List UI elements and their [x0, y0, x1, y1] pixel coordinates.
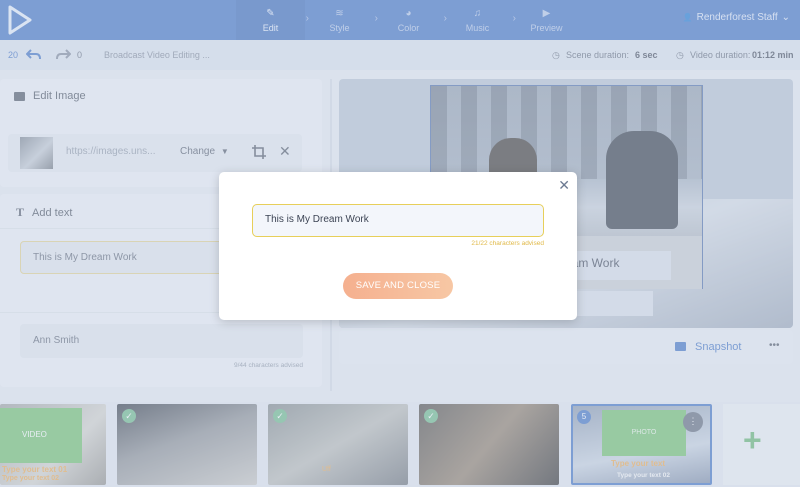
- close-icon[interactable]: ✕: [558, 177, 570, 194]
- modal-text-input[interactable]: This is My Dream Work: [252, 204, 544, 237]
- character-count-hint: 21/22 characters advised: [471, 240, 544, 247]
- save-and-close-button[interactable]: SAVE AND CLOSE: [343, 273, 453, 299]
- edit-text-modal: ✕ This is My Dream Work 21/22 characters…: [219, 172, 577, 320]
- modal-text-input-value: This is My Dream Work: [265, 214, 369, 225]
